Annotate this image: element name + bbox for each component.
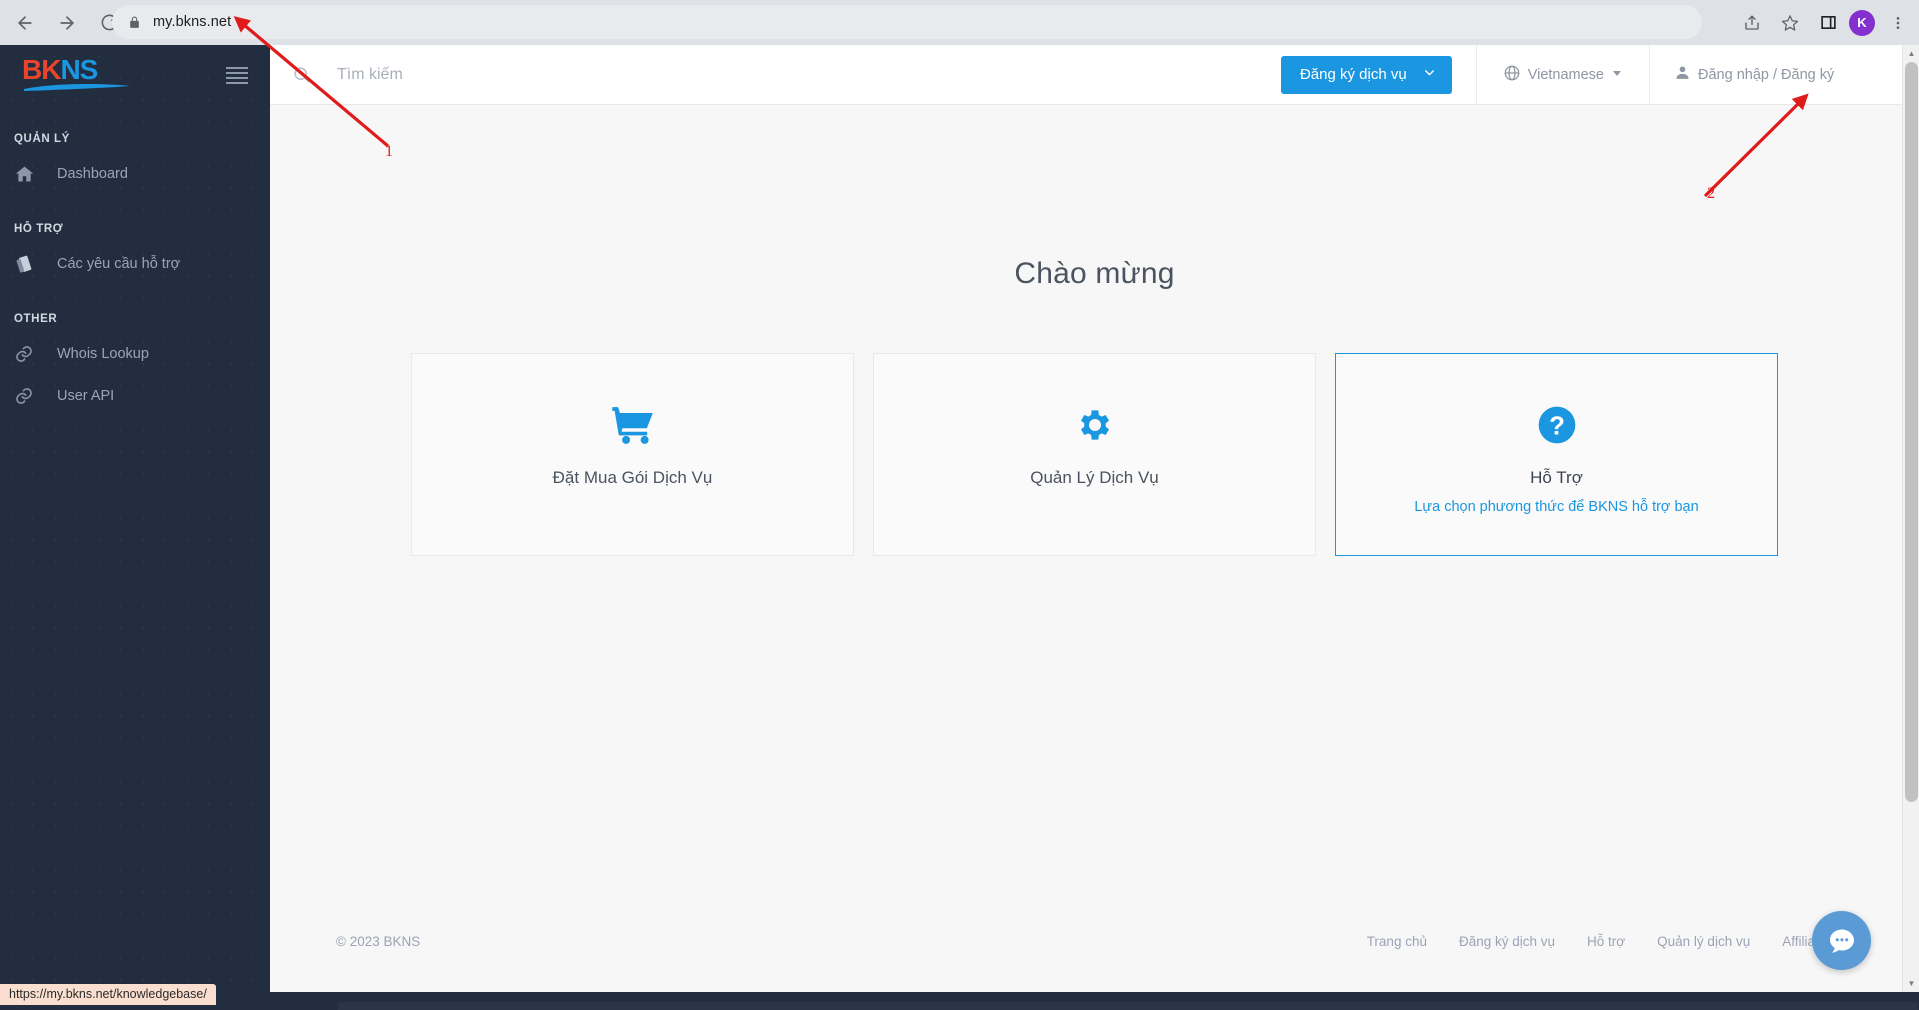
chat-bubble-icon[interactable]	[1812, 911, 1871, 970]
footer-link-support[interactable]: Hỗ trợ	[1587, 934, 1625, 949]
scrollbar-up-arrow[interactable]: ▲	[1903, 45, 1919, 62]
status-bar-url: https://my.bkns.net/knowledgebase/	[0, 984, 216, 1005]
tickets-icon	[14, 254, 48, 275]
avatar[interactable]: K	[1849, 9, 1875, 36]
hamburger-icon[interactable]	[226, 66, 248, 84]
scrollbar-down-arrow[interactable]: ▼	[1903, 975, 1919, 992]
sidebar-section-title-management: QUẢN LÝ	[14, 133, 70, 145]
star-icon[interactable]	[1773, 6, 1807, 40]
sidebar-item-whois-lookup[interactable]: Whois Lookup	[0, 333, 270, 375]
footer-link-register-service[interactable]: Đăng ký dịch vụ	[1459, 934, 1555, 949]
copyright-text: © 2023 BKNS	[336, 933, 421, 949]
page-title: Chào mừng	[1014, 257, 1175, 290]
vertical-scrollbar[interactable]: ▲ ▼	[1902, 45, 1919, 992]
forward-button[interactable]	[50, 6, 84, 40]
link-icon	[14, 344, 48, 364]
back-button[interactable]	[8, 6, 42, 40]
card-support[interactable]: ? Hỗ Trợ Lựa chọn phương thức để BKNS hỗ…	[1335, 353, 1778, 556]
card-title: Hỗ Trợ	[1530, 468, 1583, 487]
search-icon[interactable]	[292, 65, 311, 84]
url-text: my.bkns.net	[153, 14, 232, 30]
browser-toolbar: my.bkns.net K	[0, 0, 1919, 45]
page-viewport: BKNS QUẢN LÝ Dashboard HỖ TRỢ Các yêu cầ…	[0, 45, 1919, 1010]
sidebar-item-dashboard[interactable]: Dashboard	[0, 153, 270, 195]
sidebar: BKNS QUẢN LÝ Dashboard HỖ TRỢ Các yêu cầ…	[0, 45, 270, 1010]
user-icon	[1674, 64, 1691, 85]
sidebar-item-support-requests[interactable]: Các yêu cầu hỗ trợ	[0, 243, 270, 285]
logo-swoosh	[24, 84, 130, 91]
globe-icon	[1503, 64, 1521, 86]
sidebar-section-title-support: HỖ TRỢ	[14, 223, 64, 235]
share-icon[interactable]	[1735, 6, 1769, 40]
link-icon	[14, 386, 48, 406]
sidebar-item-label: Whois Lookup	[57, 346, 149, 362]
svg-text:?: ?	[1549, 412, 1565, 440]
card-title: Quản Lý Dịch Vụ	[1030, 468, 1159, 487]
address-bar[interactable]: my.bkns.net	[112, 5, 1702, 39]
footer: © 2023 BKNS Trang chủ Đăng ký dịch vụ Hỗ…	[270, 920, 1919, 962]
question-mark-icon: ?	[1537, 400, 1577, 450]
service-cards: Đặt Mua Gói Dịch Vụ Quản Lý Dịch Vụ ? Hỗ…	[270, 353, 1919, 556]
sidebar-item-label: Dashboard	[57, 166, 128, 182]
chevron-down-icon	[1423, 66, 1436, 83]
sidebar-brand: BKNS	[0, 45, 270, 105]
search-area	[270, 65, 1281, 84]
main-content: Chào mừng Đặt Mua Gói Dịch Vụ Quản Lý Dị…	[270, 105, 1919, 1010]
card-manage-service[interactable]: Quản Lý Dịch Vụ	[873, 353, 1316, 556]
login-register-button[interactable]: Đăng nhập / Đăng ký	[1649, 45, 1919, 105]
lock-icon	[128, 16, 141, 29]
footer-link-home[interactable]: Trang chủ	[1367, 934, 1427, 949]
login-register-label: Đăng nhập / Đăng ký	[1698, 66, 1835, 83]
three-dots-icon[interactable]	[1881, 6, 1915, 40]
annotation-number-2: 2	[1707, 185, 1715, 202]
card-subtitle: Lựa chọn phương thức để BKNS hỗ trợ bạn	[1414, 499, 1699, 515]
annotation-number-1: 1	[385, 143, 393, 160]
footer-links: Trang chủ Đăng ký dịch vụ Hỗ trợ Quản lý…	[1367, 934, 1833, 949]
language-label: Vietnamese	[1527, 66, 1604, 83]
register-service-button[interactable]: Đăng ký dịch vụ	[1280, 55, 1452, 94]
card-order-service[interactable]: Đặt Mua Gói Dịch Vụ	[411, 353, 854, 556]
taskbar-strip	[338, 1002, 1918, 1010]
side-panel-icon[interactable]	[1811, 6, 1845, 40]
sidebar-item-label: Các yêu cầu hỗ trợ	[57, 256, 181, 272]
scrollbar-thumb[interactable]	[1905, 62, 1918, 802]
language-selector[interactable]: Vietnamese	[1475, 45, 1649, 105]
register-service-label: Đăng ký dịch vụ	[1299, 66, 1407, 83]
sidebar-item-label: User API	[57, 388, 115, 404]
sidebar-section-title-other: OTHER	[14, 313, 58, 325]
footer-link-manage-service[interactable]: Quản lý dịch vụ	[1657, 934, 1750, 949]
shopping-cart-icon	[611, 400, 655, 450]
card-title: Đặt Mua Gói Dịch Vụ	[552, 468, 713, 487]
search-input[interactable]	[337, 65, 937, 84]
gear-icon	[1075, 400, 1115, 450]
sidebar-item-user-api[interactable]: User API	[0, 375, 270, 417]
top-navigation-bar: Đăng ký dịch vụ Vietnamese Đăng nhập / Đ…	[270, 45, 1919, 105]
logo-text-ns: NS	[60, 54, 98, 85]
logo-text-bk: BK	[22, 54, 61, 85]
home-icon	[14, 164, 48, 185]
chevron-down-icon	[1611, 67, 1623, 83]
browser-actions: K	[1735, 0, 1919, 45]
bkns-logo[interactable]: BKNS	[22, 55, 134, 95]
